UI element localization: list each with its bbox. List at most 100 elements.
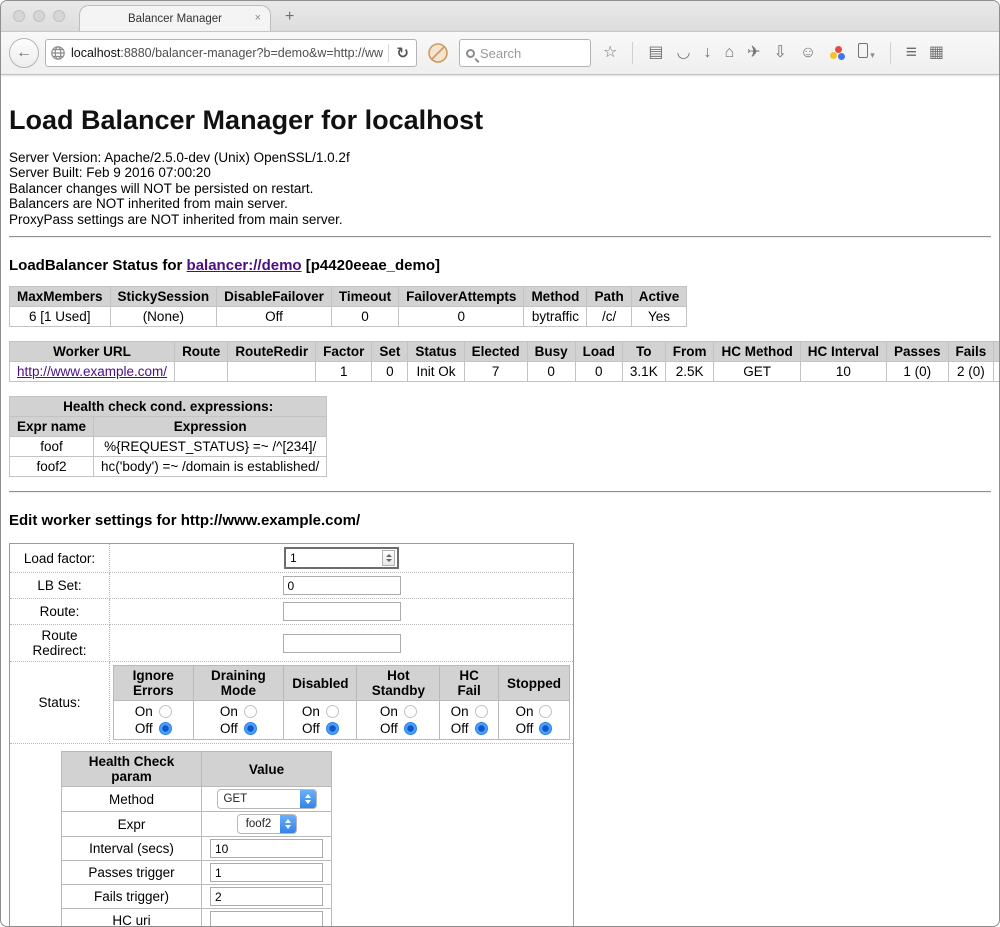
hc-row-expr: Expr foof2 [62, 812, 332, 837]
col-status: Status [408, 342, 464, 362]
page-content: Load Balancer Manager for localhost Serv… [1, 75, 999, 927]
hc-uri-input[interactable] [210, 911, 323, 927]
divider [9, 491, 991, 493]
number-stepper-icon[interactable] [382, 550, 395, 566]
toolbar-divider [632, 42, 633, 64]
lb-set-input[interactable] [283, 576, 401, 595]
hc-interval-input[interactable] [210, 839, 323, 858]
disabled-on-radio[interactable] [326, 705, 339, 718]
cell-hc-uri [994, 362, 1000, 382]
hot-standby-on-radio[interactable] [404, 705, 417, 718]
new-tab-button[interactable]: + [285, 9, 294, 25]
load-factor-field[interactable] [284, 547, 399, 569]
cell-to: 3.1K [622, 362, 665, 382]
adblock-disabled-icon[interactable] [427, 42, 449, 64]
worker-url-link[interactable]: http://www.example.com/ [17, 364, 167, 379]
col-ignore-errors: Ignore Errors [114, 666, 194, 701]
hot-standby-off-radio[interactable] [404, 722, 417, 735]
sidebar-battery-icon[interactable]: ▾ [858, 43, 875, 63]
status-cell-hc-fail: On Off [440, 701, 499, 740]
ignore-errors-on-radio[interactable] [159, 705, 172, 718]
save-to-device-icon[interactable]: ⇩ [774, 45, 787, 61]
method-label: Method [62, 787, 202, 812]
reload-icon[interactable]: ↻ [393, 44, 412, 62]
hc-fail-on-radio[interactable] [475, 705, 488, 718]
pocket-icon[interactable]: ◡ [676, 45, 690, 61]
col-passes: Passes [886, 342, 948, 362]
cell-active: Yes [631, 307, 687, 327]
hc-method-select[interactable]: GET [217, 789, 317, 809]
zoom-window-button[interactable] [53, 10, 65, 22]
site-identity-globe-icon[interactable] [50, 45, 66, 61]
reading-list-icon[interactable]: ▤ [648, 45, 663, 61]
home-icon[interactable]: ⌂ [724, 45, 734, 61]
hc-fails-input[interactable] [210, 887, 323, 906]
downloads-icon[interactable]: ↓ [703, 45, 711, 61]
proxypass-warning-line: ProxyPass settings are NOT inherited fro… [9, 212, 991, 227]
form-row-lb-set: LB Set: [10, 573, 574, 599]
lb-set-label: LB Set: [10, 573, 110, 599]
col-routeredir: RouteRedir [228, 342, 316, 362]
search-bar[interactable]: Search [459, 39, 591, 67]
hc-row-passes: Passes trigger [62, 861, 332, 885]
stopped-off-radio[interactable] [539, 722, 552, 735]
draining-mode-off-radio[interactable] [244, 722, 257, 735]
ignore-errors-off-radio[interactable] [159, 722, 172, 735]
hc-passes-input[interactable] [210, 863, 323, 882]
on-label: On [135, 703, 153, 720]
cell-status: Init Ok [408, 362, 464, 382]
url-domain: localhost [71, 46, 120, 60]
disabled-off-radio[interactable] [326, 722, 339, 735]
route-input[interactable] [283, 602, 401, 621]
send-icon[interactable]: ✈ [747, 45, 760, 61]
grid-addon-icon[interactable]: ▦ [929, 45, 944, 61]
table-header-row: Worker URL Route RouteRedir Factor Set S… [10, 342, 1000, 362]
hc-expressions-table: Health check cond. expressions: Expr nam… [9, 396, 327, 477]
col-active: Active [631, 287, 687, 307]
chevron-down-icon: ▾ [870, 50, 875, 60]
tab-close-icon[interactable]: × [255, 12, 261, 24]
hc-fail-off-radio[interactable] [475, 722, 488, 735]
off-label: Off [451, 720, 469, 737]
back-button[interactable]: ← [9, 38, 39, 68]
url-text[interactable]: localhost:8880/balancer-manager?b=demo&w… [71, 46, 383, 60]
tab-bar: Balancer Manager × + [1, 1, 999, 31]
bookmark-star-icon[interactable]: ☆ [603, 45, 617, 61]
cell-from: 2.5K [665, 362, 714, 382]
draining-mode-on-radio[interactable] [244, 705, 257, 718]
col-hc-uri: HC uri [994, 342, 1000, 362]
divider [9, 236, 991, 238]
load-factor-input[interactable] [286, 550, 382, 566]
balancer-demo-link[interactable]: balancer://demo [187, 257, 302, 274]
cell-hc-interval: 10 [800, 362, 886, 382]
col-stopped: Stopped [498, 666, 569, 701]
page-title: Load Balancer Manager for localhost [9, 105, 991, 136]
status-cell-hot-standby: On Off [357, 701, 440, 740]
col-disablefailover: DisableFailover [217, 287, 332, 307]
menu-hamburger-icon[interactable]: ≡ [906, 45, 916, 61]
on-label: On [302, 703, 320, 720]
chat-smiley-icon[interactable]: ☺ [800, 45, 816, 61]
browser-window: Balancer Manager × + ← localhost:8880/ba… [0, 0, 1000, 927]
tab-title: Balancer Manager [128, 13, 222, 25]
minimize-window-button[interactable] [33, 10, 45, 22]
stopped-on-radio[interactable] [539, 705, 552, 718]
col-draining-mode: Draining Mode [193, 666, 284, 701]
colored-dots-addon-icon[interactable] [829, 46, 845, 60]
route-redirect-input[interactable] [283, 634, 401, 653]
col-route: Route [175, 342, 228, 362]
col-busy: Busy [527, 342, 575, 362]
col-failoverattempts: FailoverAttempts [399, 287, 524, 307]
col-method: Method [524, 287, 587, 307]
cell-expression: hc('body') =~ /domain is established/ [94, 457, 327, 477]
heading-prefix: LoadBalancer Status for [9, 257, 182, 274]
server-version-line: Server Version: Apache/2.5.0-dev (Unix) … [9, 150, 991, 165]
close-window-button[interactable] [13, 10, 25, 22]
persist-warning-line: Balancer changes will NOT be persisted o… [9, 181, 991, 196]
url-bar[interactable]: localhost:8880/balancer-manager?b=demo&w… [45, 39, 417, 67]
col-value: Value [202, 752, 332, 787]
table-header-row: Ignore Errors Draining Mode Disabled Hot… [114, 666, 570, 701]
hc-expr-select[interactable]: foof2 [237, 814, 297, 834]
browser-tab[interactable]: Balancer Manager × [79, 5, 271, 32]
hc-expressions-title: Health check cond. expressions: [10, 397, 327, 417]
